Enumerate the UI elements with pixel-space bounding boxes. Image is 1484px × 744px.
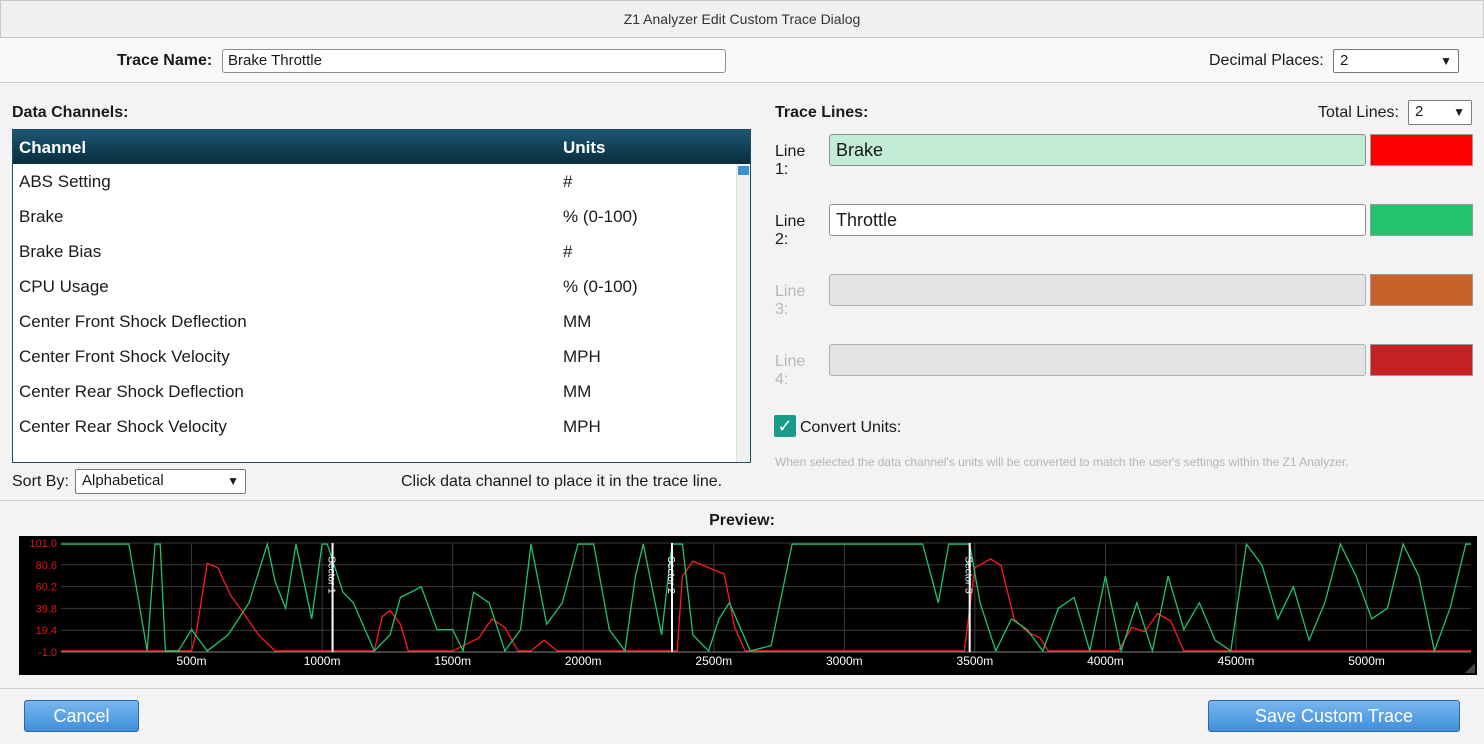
column-header-units[interactable]: Units <box>563 138 606 158</box>
series-line <box>61 541 1471 654</box>
window-title: Z1 Analyzer Edit Custom Trace Dialog <box>623 11 861 27</box>
trace-line-color-swatch[interactable] <box>1370 274 1473 306</box>
data-channels-table: Channel Units ABS Setting # Brake % (0-100)… <box>12 129 751 463</box>
table-row[interactable]: Center Front Shock Velocity MPH <box>13 339 750 374</box>
checkmark-icon: ✓ <box>777 416 793 436</box>
main-panel: Data Channels: Channel Units ABS Setting… <box>0 83 1484 500</box>
total-lines-value: 2 <box>1415 103 1424 120</box>
decimal-places-value: 2 <box>1340 52 1349 69</box>
convert-units-label: Convert Units: <box>800 419 902 436</box>
table-row[interactable]: ABS Setting # <box>13 164 750 199</box>
trace-line-color-swatch[interactable] <box>1370 134 1473 166</box>
sort-by-label: Sort By: <box>12 473 69 490</box>
trace-line-input <box>829 344 1366 376</box>
channel-name-cell: Center Rear Shock Deflection <box>19 382 244 401</box>
y-tick-label: 39.8 <box>36 603 57 615</box>
y-tick-label: 80.6 <box>36 560 57 572</box>
table-row[interactable]: Center Front Shock Deflection MM <box>13 304 750 339</box>
x-tick-label: 1500m <box>434 654 471 668</box>
channel-units-cell: % (0-100) <box>563 207 638 226</box>
window-title-bar: Z1 Analyzer Edit Custom Trace Dialog <box>0 0 1484 38</box>
channel-name-cell: Brake <box>19 207 64 226</box>
y-tick-label: 60.2 <box>36 582 57 594</box>
preview-label-text: Preview: <box>709 512 775 529</box>
channel-units-cell: MM <box>563 312 592 331</box>
channel-units-cell: MM <box>563 382 592 401</box>
trace-line-color-swatch[interactable] <box>1370 204 1473 236</box>
sector-label: Sector 2 <box>665 556 676 594</box>
data-channels-label: Data Channels: <box>12 104 129 121</box>
decimal-places-label: Decimal Places: <box>1209 52 1324 69</box>
table-row[interactable]: CPU Usage % (0-100) <box>13 269 750 304</box>
decimal-places-select[interactable]: 2 ▼ <box>1333 49 1459 73</box>
channel-name-cell: Center Front Shock Velocity <box>19 347 230 366</box>
x-tick-label: 5000m <box>1348 654 1385 668</box>
table-row[interactable]: Center Rear Shock Deflection MM <box>13 374 750 409</box>
x-tick-label: 2000m <box>565 654 602 668</box>
channel-units-cell: # <box>563 172 573 191</box>
sector-label: Sector 1 <box>326 556 337 594</box>
table-scrollbar[interactable] <box>736 164 750 462</box>
trace-line-input[interactable]: Brake <box>829 134 1366 166</box>
channel-name-cell: Center Front Shock Deflection <box>19 312 247 331</box>
resize-grip-icon <box>1465 663 1475 673</box>
x-tick-label: 500m <box>177 654 207 668</box>
table-row[interactable]: Center Rear Shock Velocity MPH <box>13 409 750 444</box>
trace-line-input[interactable]: Throttle <box>829 204 1366 236</box>
trace-name-input[interactable]: Brake Throttle <box>222 49 726 73</box>
channel-hint-text: Click data channel to place it in the tr… <box>401 473 723 490</box>
dropdown-arrow-icon: ▼ <box>227 474 239 488</box>
dropdown-arrow-icon: ▼ <box>1440 54 1452 68</box>
trace-line-label: Line 4: <box>775 353 806 388</box>
convert-units-note: When selected the data channel's units w… <box>775 455 1349 469</box>
total-lines-select[interactable]: 2 ▼ <box>1408 100 1472 125</box>
scrollbar-thumb[interactable] <box>738 166 749 175</box>
channel-units-cell: MPH <box>563 417 601 436</box>
trace-name-label: Trace Name: <box>117 52 213 69</box>
sector-label: Sector 3 <box>963 556 974 594</box>
sort-by-value: Alphabetical <box>82 472 164 489</box>
channel-name-cell: Brake Bias <box>19 242 102 261</box>
y-tick-label: 101.0 <box>29 538 57 550</box>
x-tick-label: 3000m <box>826 654 863 668</box>
save-custom-trace-button[interactable]: Save Custom Trace <box>1208 700 1460 732</box>
x-tick-label: 3500m <box>957 654 994 668</box>
x-tick-label: 4500m <box>1218 654 1255 668</box>
table-row[interactable]: Brake Bias # <box>13 234 750 269</box>
trace-line-label: Line 3: <box>775 283 806 318</box>
trace-settings-bar: Trace Name: Brake Throttle Decimal Place… <box>0 38 1484 83</box>
preview-label: Preview: <box>0 512 1484 530</box>
channel-name-cell: ABS Setting <box>19 172 111 191</box>
cancel-button[interactable]: Cancel <box>24 700 139 732</box>
preview-chart-svg: 101.0 80.6 60.2 39.8 19.4 -1.0 500m 1000m 1500m 2… <box>29 538 1475 673</box>
column-header-channel[interactable]: Channel <box>19 138 86 158</box>
total-lines-label: Total Lines: <box>1318 104 1399 121</box>
preview-chart: 101.0 80.6 60.2 39.8 19.4 -1.0 500m 1000m 1500m 2… <box>19 536 1477 675</box>
table-body: ABS Setting # Brake % (0-100) Brake Bias # CPU… <box>13 164 750 444</box>
x-tick-label: 2500m <box>695 654 732 668</box>
dialog-footer: Cancel Save Custom Trace <box>0 688 1484 744</box>
y-tick-label: 19.4 <box>36 625 57 637</box>
trace-lines-label: Trace Lines: <box>775 104 869 121</box>
trace-line-input <box>829 274 1366 306</box>
channel-name-cell: Center Rear Shock Velocity <box>19 417 227 436</box>
x-tick-label: 1000m <box>304 654 341 668</box>
convert-units-checkbox[interactable]: ✓ <box>774 415 796 437</box>
trace-line-label: Line 1: <box>775 143 806 178</box>
table-row[interactable]: Brake % (0-100) <box>13 199 750 234</box>
channel-name-cell: CPU Usage <box>19 277 109 296</box>
channel-units-cell: MPH <box>563 347 601 366</box>
sort-by-select[interactable]: Alphabetical ▼ <box>75 469 246 494</box>
trace-line-label: Line 2: <box>775 213 806 248</box>
channel-units-cell: % (0-100) <box>563 277 638 296</box>
channel-units-cell: # <box>563 242 573 261</box>
series-line <box>61 558 1471 652</box>
dropdown-arrow-icon: ▼ <box>1453 105 1465 119</box>
table-header: Channel Units <box>13 130 750 164</box>
x-tick-label: 4000m <box>1087 654 1124 668</box>
trace-line-color-swatch[interactable] <box>1370 344 1473 376</box>
y-tick-label: -1.0 <box>38 647 57 659</box>
